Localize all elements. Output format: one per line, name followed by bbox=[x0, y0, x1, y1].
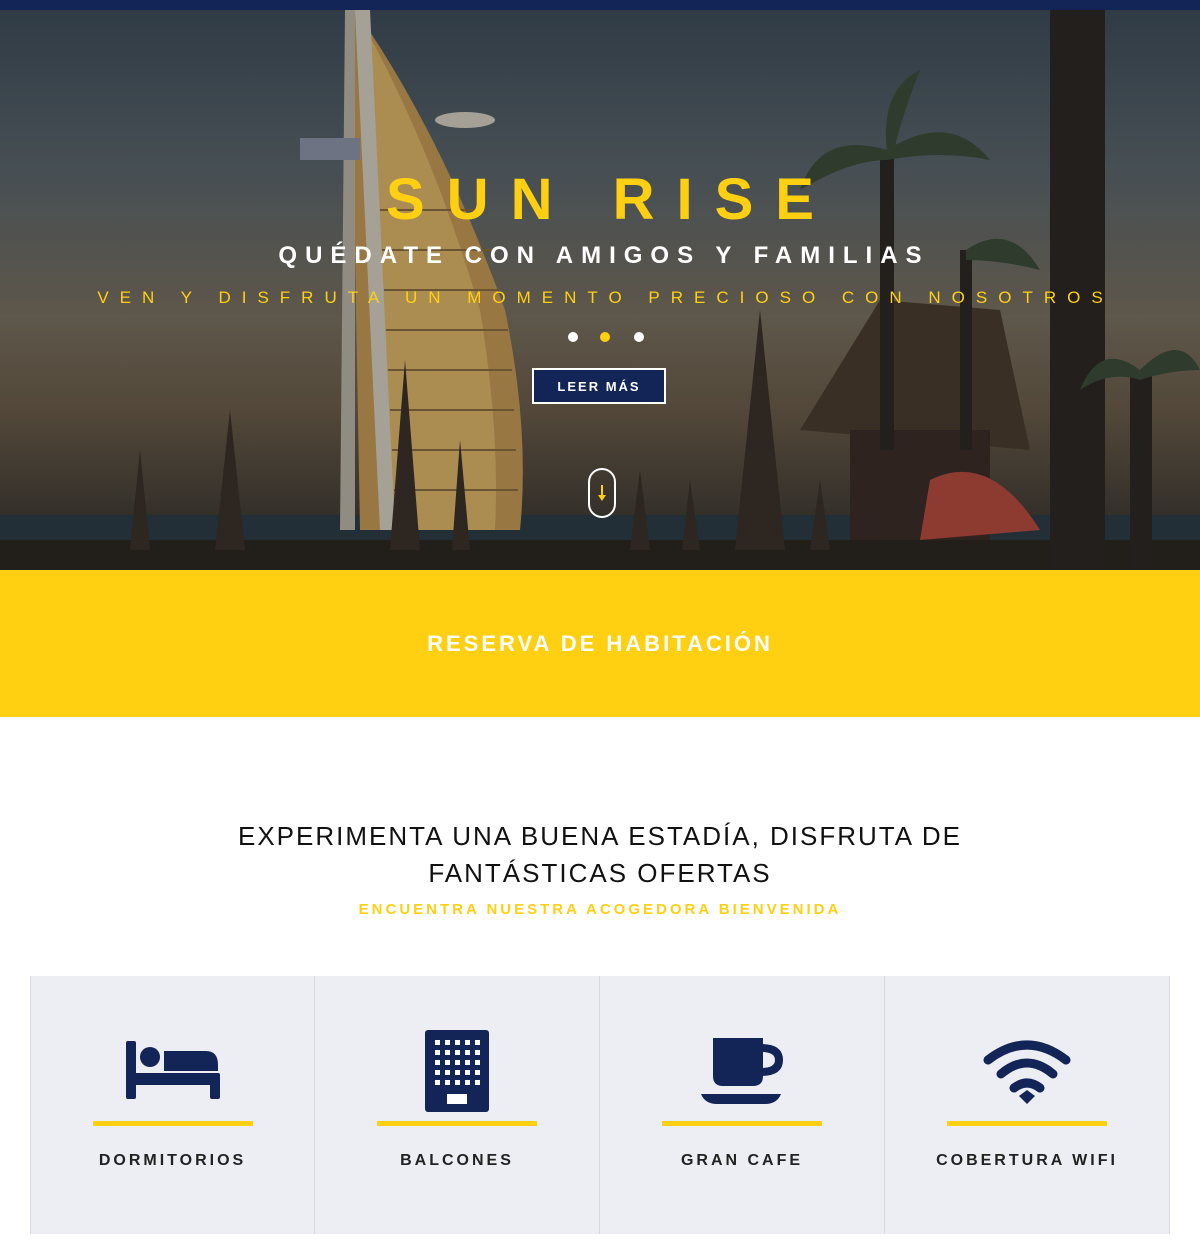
wifi-icon bbox=[983, 1040, 1071, 1104]
feature-divider bbox=[947, 1121, 1107, 1126]
intro-title: EXPERIMENTA UNA BUENA ESTADÍA, DISFRUTA … bbox=[237, 821, 963, 888]
top-bar bbox=[0, 0, 1200, 10]
feature-label: DORMITORIOS bbox=[98, 1152, 247, 1169]
feature-label: GRAN CAFE bbox=[680, 1152, 804, 1169]
feature-label: COBERTURA WIFI bbox=[936, 1152, 1118, 1169]
scroll-down-button[interactable] bbox=[588, 468, 616, 518]
slider-dot-1[interactable] bbox=[568, 332, 578, 342]
feature-divider bbox=[93, 1121, 253, 1126]
intro-subtitle: ENCUENTRA NUESTRA ACOGEDORA BIENVENIDA bbox=[358, 901, 842, 918]
slider-dot-3[interactable] bbox=[634, 332, 644, 342]
feature-divider bbox=[662, 1121, 822, 1126]
hero-subtitle: QUÉDATE CON AMIGOS Y FAMILIAS bbox=[278, 242, 930, 269]
feature-card-bedrooms[interactable]: DORMITORIOS bbox=[30, 976, 315, 1234]
hero-tagline: VEN Y DISFRUTA UN MOMENTO PRECIOSO CON N… bbox=[97, 288, 1114, 307]
room-booking-link[interactable]: RESERVA DE HABITACIÓN bbox=[427, 631, 773, 657]
features-grid: DORMITORIOS BALCONES GRAN CAFE COBERTURA… bbox=[30, 976, 1170, 1234]
room-booking-section: RESERVA DE HABITACIÓN bbox=[0, 570, 1200, 717]
arrow-down-icon bbox=[598, 485, 606, 501]
slider-dots bbox=[560, 332, 650, 344]
read-more-button[interactable]: LEER MÁS bbox=[532, 368, 666, 404]
feature-card-wifi[interactable]: COBERTURA WIFI bbox=[885, 976, 1170, 1234]
bed-icon bbox=[125, 1040, 220, 1099]
feature-label: BALCONES bbox=[400, 1152, 514, 1169]
hero-banner: SUN RISE QUÉDATE CON AMIGOS Y FAMILIAS V… bbox=[0, 10, 1200, 570]
intro-section: EXPERIMENTA UNA BUENA ESTADÍA, DISFRUTA … bbox=[0, 818, 1200, 918]
feature-divider bbox=[377, 1121, 537, 1126]
building-icon bbox=[425, 1029, 489, 1112]
slider-dot-2[interactable] bbox=[600, 332, 610, 342]
hero-title: SUN RISE bbox=[386, 167, 836, 232]
feature-card-balconies[interactable]: BALCONES bbox=[315, 976, 600, 1234]
feature-card-cafe[interactable]: GRAN CAFE bbox=[600, 976, 885, 1234]
coffee-cup-icon bbox=[701, 1037, 783, 1104]
